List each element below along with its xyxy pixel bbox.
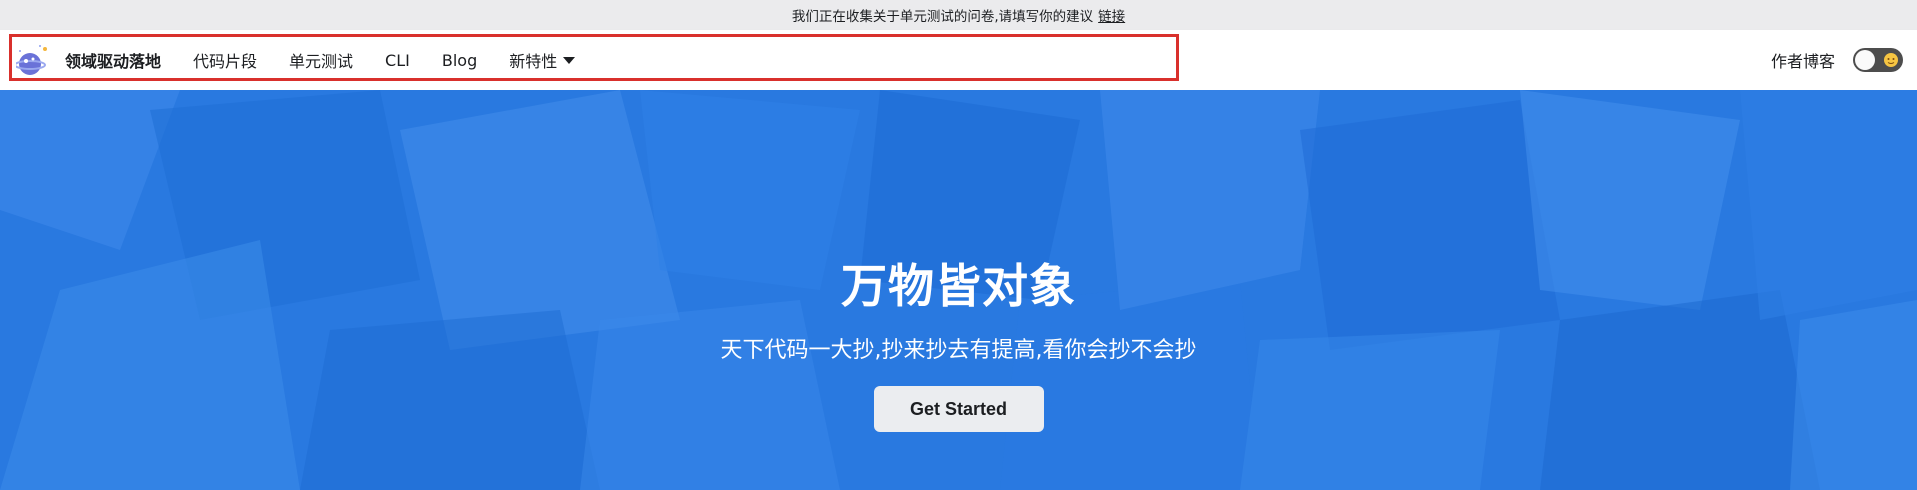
nav-dropdown-new-features[interactable]: 新特性 bbox=[509, 48, 576, 72]
theme-toggle[interactable] bbox=[1853, 48, 1903, 72]
nav-link-unit-testing[interactable]: 单元测试 bbox=[289, 48, 353, 72]
toggle-knob bbox=[1855, 50, 1875, 70]
announcement-link[interactable]: 链接 bbox=[1098, 5, 1125, 25]
nav-link-cli[interactable]: CLI bbox=[385, 51, 410, 70]
announcement-bar: 我们正在收集关于单元测试的问卷,请填写你的建议 链接 bbox=[0, 0, 1917, 30]
navbar-left: 领域驱动落地 代码片段 单元测试 CLI Blog 新特性 bbox=[0, 30, 576, 90]
planet-logo-icon bbox=[16, 45, 47, 75]
brand-link[interactable]: 领域驱动落地 bbox=[16, 43, 161, 77]
caret-down-icon bbox=[563, 56, 576, 64]
navbar: 领域驱动落地 代码片段 单元测试 CLI Blog 新特性 作者博客 bbox=[0, 30, 1917, 90]
hero-content: 万物皆对象 天下代码一大抄,抄来抄去有提高,看你会抄不会抄 Get Starte… bbox=[0, 90, 1917, 490]
nav-dropdown-label: 新特性 bbox=[509, 52, 558, 71]
hero-banner: 万物皆对象 天下代码一大抄,抄来抄去有提高,看你会抄不会抄 Get Starte… bbox=[0, 90, 1917, 490]
hero-title: 万物皆对象 bbox=[841, 259, 1076, 313]
nav-link-blog[interactable]: Blog bbox=[442, 51, 477, 70]
sun-icon bbox=[1884, 53, 1898, 67]
nav-link-author-blog[interactable]: 作者博客 bbox=[1771, 48, 1835, 72]
hero-subtitle: 天下代码一大抄,抄来抄去有提高,看你会抄不会抄 bbox=[720, 338, 1197, 363]
get-started-button[interactable]: Get Started bbox=[873, 386, 1044, 432]
nav-link-code-snippets[interactable]: 代码片段 bbox=[193, 48, 257, 72]
navbar-right: 作者博客 bbox=[1771, 48, 1903, 72]
announcement-text: 我们正在收集关于单元测试的问卷,请填写你的建议 bbox=[791, 9, 1094, 25]
brand-title: 领域驱动落地 bbox=[65, 52, 162, 71]
